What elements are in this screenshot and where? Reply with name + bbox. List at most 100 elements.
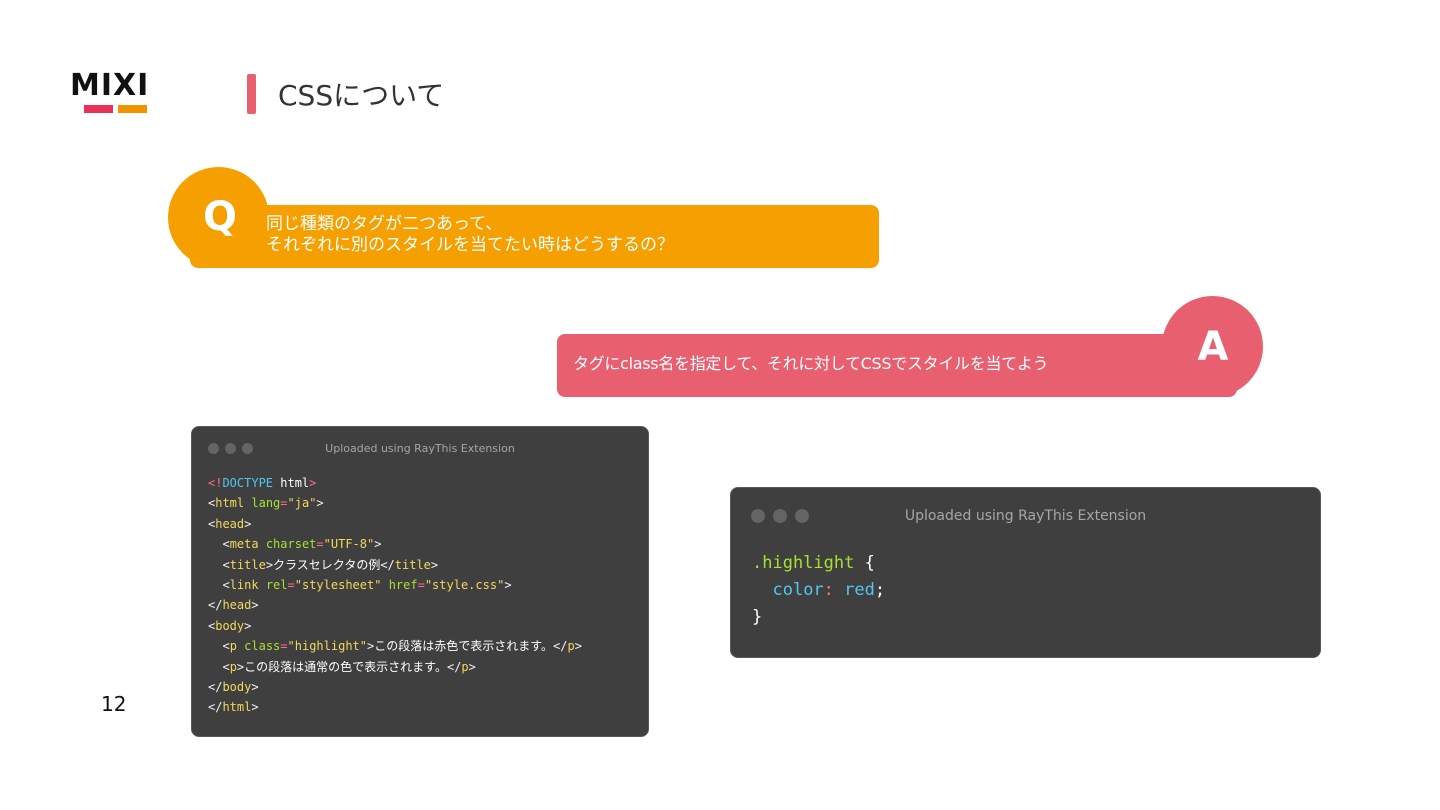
logo-bars [84,105,148,113]
code-token: < [222,557,230,572]
code-token: < [222,578,230,593]
code-token: クラスセレクタの例 [273,557,381,572]
title-accent-bar [247,74,256,114]
code-token: > [468,659,476,674]
code-line: .highlight { [752,550,885,577]
css-code-window: Uploaded using RayThis Extension .highli… [730,487,1321,658]
code-token: "stylesheet" [294,578,382,593]
code-token: title [229,557,266,572]
code-token: head [215,516,245,531]
code-token: > [504,578,512,593]
code-token: { [854,553,875,573]
code-token: p [229,659,237,674]
code-token: = [280,639,288,654]
code-token: "style.css" [424,578,505,593]
code-line: <body> [208,616,582,636]
code-token: = [287,578,295,593]
code-token: p [461,659,469,674]
code-token: html [222,700,252,715]
code-token: ; [874,580,886,600]
code-token: link [229,578,259,593]
window-caption: Uploaded using RayThis Extension [325,442,515,455]
code-token: = [417,578,425,593]
code-line: <title>クラスセレクタの例</title> [208,555,582,575]
code-token: color [772,580,824,600]
question-line-2: それぞれに別のスタイルを当てたい時はどうするの？ [266,235,674,255]
code-token: body [222,680,252,695]
slide-header: CSSについて [247,74,444,114]
code-token: > [251,700,259,715]
question-text: 同じ種類のタグが二つあって、 それぞれに別のスタイルを当てたい時はどうするの？ [266,214,866,256]
code-token: charset [265,537,317,552]
code-token: class [244,639,281,654]
code-token: "UTF-8" [323,537,375,552]
code-token: < [222,537,230,552]
code-token: DOCTYPE [222,476,274,490]
code-line: <p>この段落は通常の色で表示されます。</p> [208,657,582,677]
code-line: <html lang="ja"> [208,493,582,513]
code-token: red [844,580,875,600]
css-code-block: .highlight { color: red;} [752,550,885,631]
code-token: > [309,476,317,490]
logo-bar-red [84,105,113,113]
code-token: > [244,516,252,531]
code-line: <!DOCTYPE html> [208,473,582,493]
question-letter: Q [202,194,237,240]
code-token: body [215,618,245,633]
code-token: < [222,659,230,674]
code-line: <meta charset="UTF-8"> [208,534,582,554]
code-token: </ [208,700,223,715]
code-token: </ [208,680,223,695]
code-token: </ [446,659,462,674]
code-token: .highlight [752,553,855,573]
code-line: </body> [208,677,582,697]
code-token: "highlight" [287,639,367,654]
logo-text: MIXI [70,68,150,103]
html-code-window: Uploaded using RayThis Extension <!DOCTY… [191,426,649,737]
slide-title: CSSについて [278,79,445,112]
code-token: この段落は赤色で表示されます。 [374,639,554,654]
code-token: > [430,557,439,572]
code-token: = [316,537,324,552]
code-token: この段落は通常の色で表示されます。 [244,659,447,674]
window-caption: Uploaded using RayThis Extension [904,508,1147,524]
code-token: <! [208,476,223,490]
code-token: > [244,618,252,633]
code-token: lang [251,496,281,511]
code-token: > [251,680,259,695]
code-token: meta [229,537,259,552]
code-token: rel [265,578,288,593]
html-code-block: <!DOCTYPE html> <html lang="ja"> <head> <m… [208,473,582,718]
code-token: > [251,598,259,613]
code-token: html [273,476,310,490]
code-line: </html> [208,697,582,717]
code-token: html [215,496,245,511]
code-line: </head> [208,595,582,615]
code-line: <head> [208,514,582,534]
code-line: <p class="highlight">この段落は赤色で表示されます。</p> [208,636,582,656]
code-token: > [316,496,324,511]
code-token: > [374,537,382,552]
page-number: 12 [101,692,127,716]
code-token: </ [553,639,568,654]
code-token: = [280,496,288,511]
code-token: > [265,557,274,572]
code-token: "ja" [287,496,317,511]
code-token: p [567,639,575,654]
logo-bar-orange [118,105,147,113]
code-token: p [229,639,237,654]
code-token: href [388,578,418,593]
code-token: > [574,639,582,654]
code-line: color: red; [752,577,885,604]
code-token: title [394,557,431,572]
answer-letter: A [1197,324,1229,370]
mixi-logo: MIXI [70,70,162,116]
